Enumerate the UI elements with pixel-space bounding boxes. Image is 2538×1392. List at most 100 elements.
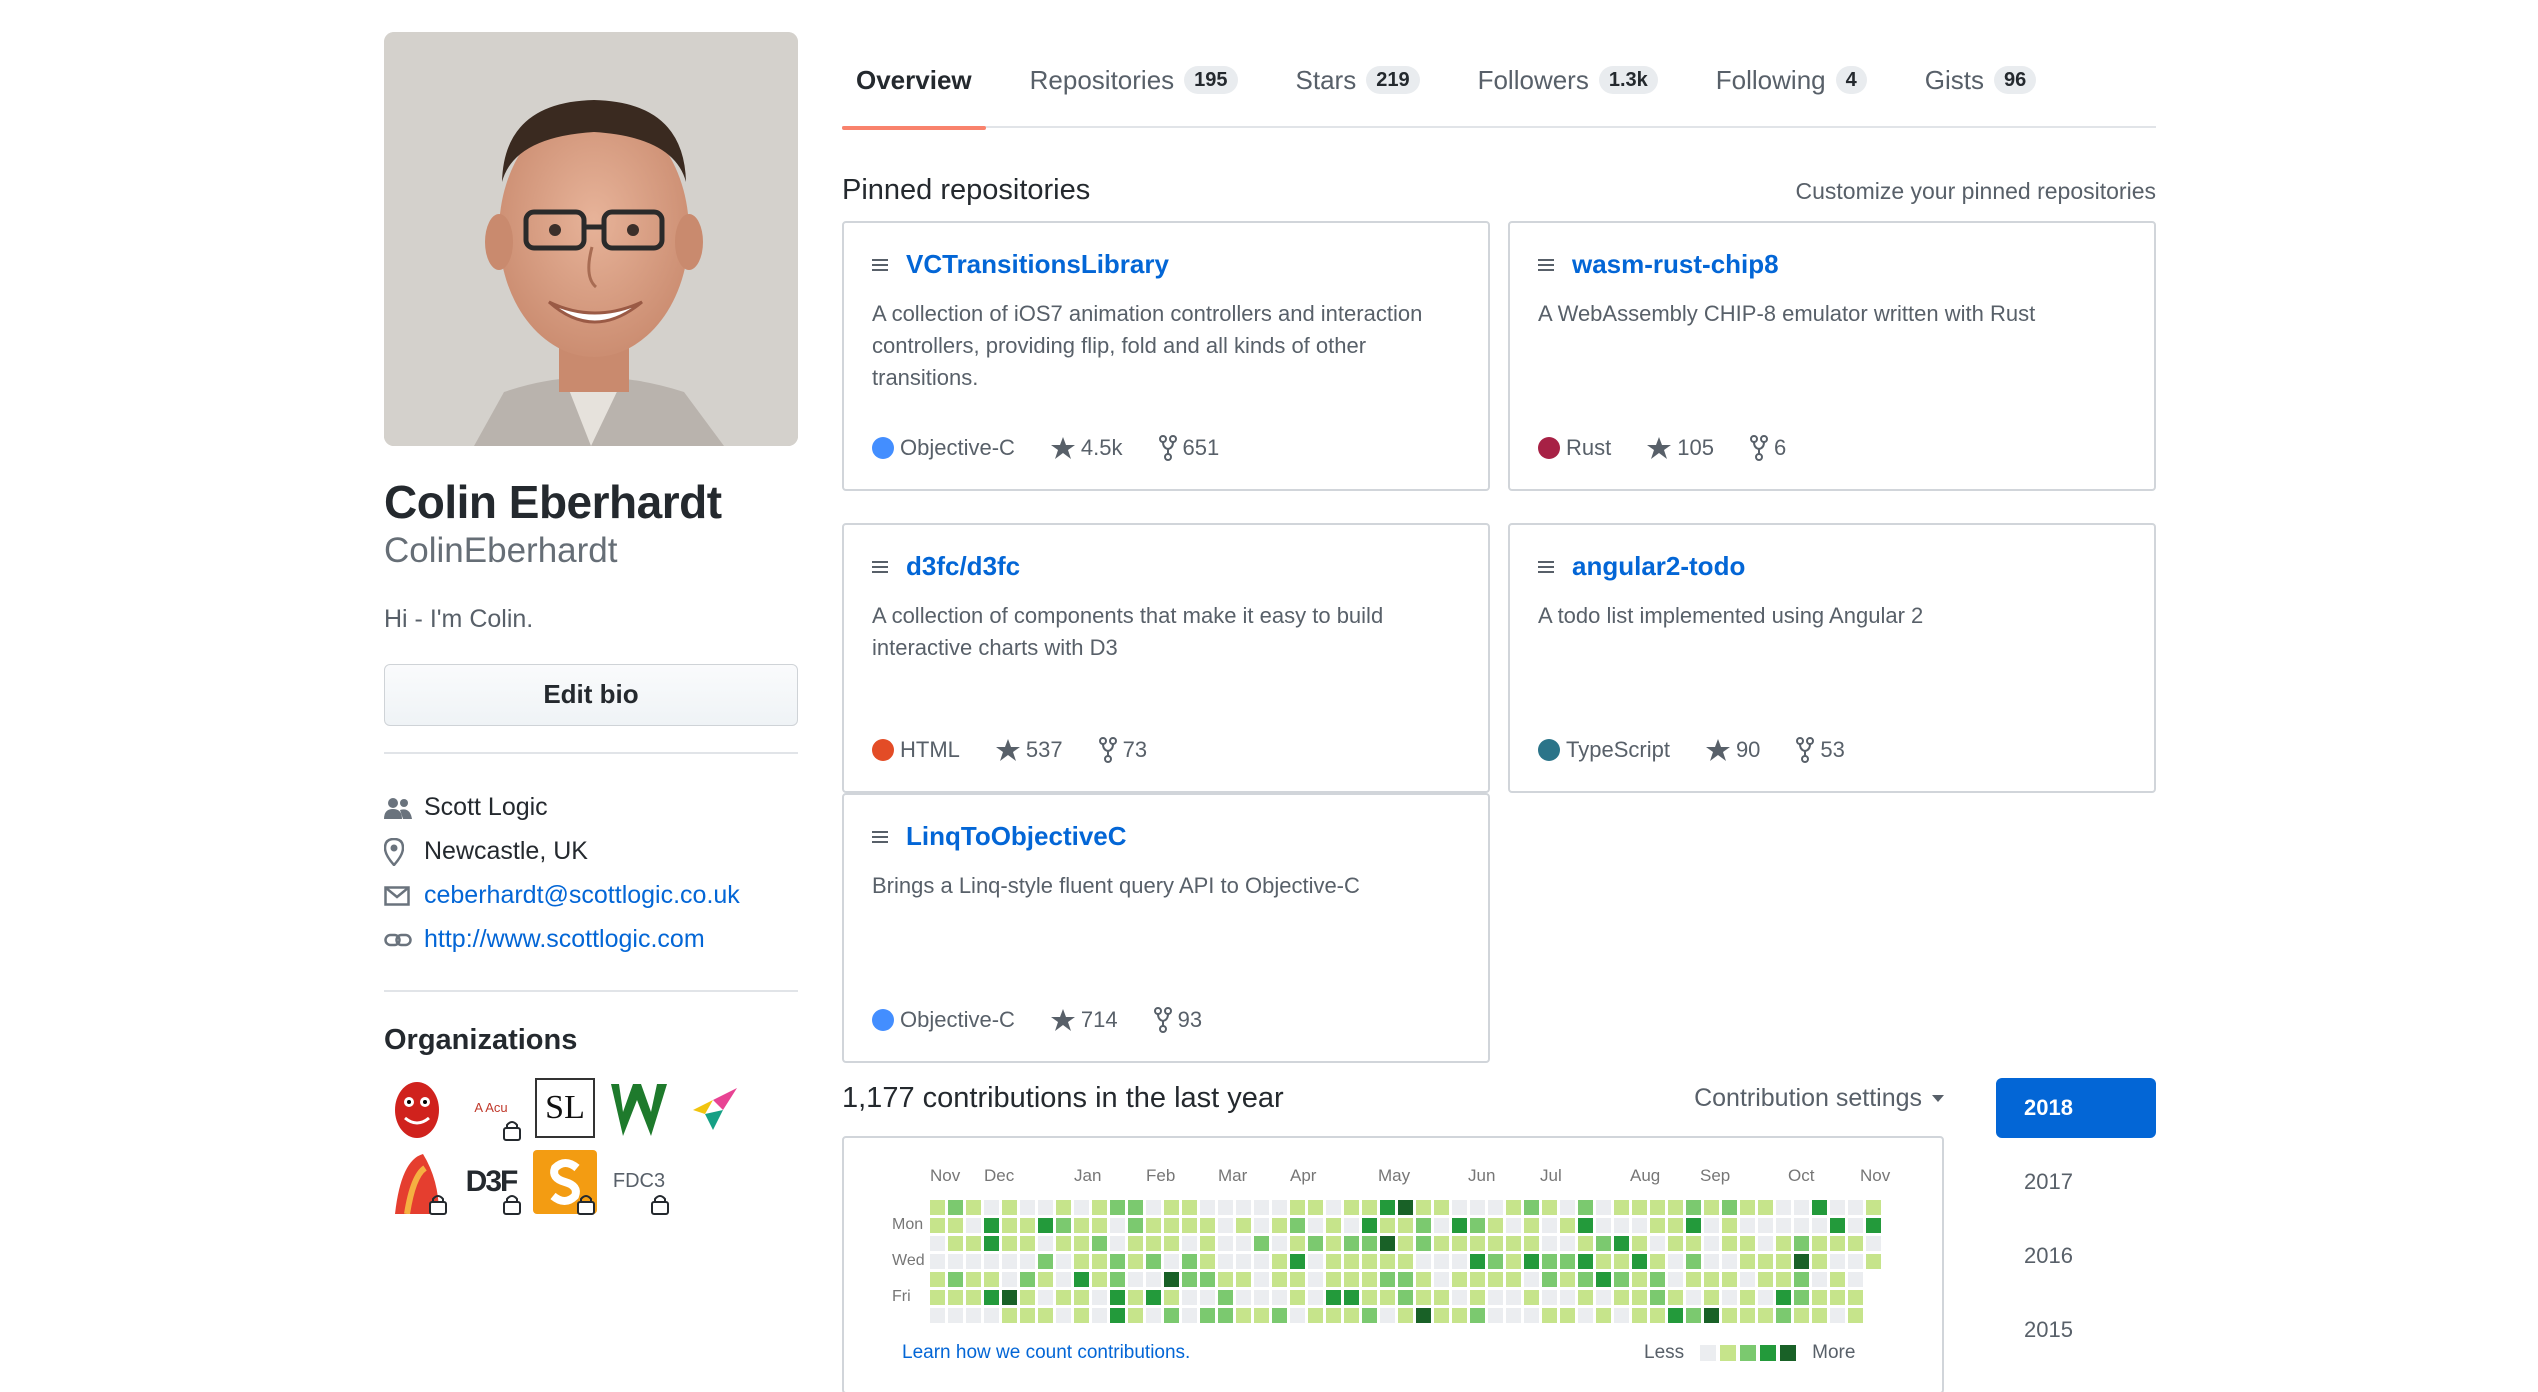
- contribution-day[interactable]: [1470, 1272, 1485, 1287]
- contribution-day[interactable]: [1686, 1308, 1701, 1323]
- contribution-day[interactable]: [1146, 1290, 1161, 1305]
- contribution-day[interactable]: [1236, 1236, 1251, 1251]
- contribution-day[interactable]: [1596, 1308, 1611, 1323]
- contribution-day[interactable]: [1776, 1236, 1791, 1251]
- contribution-day[interactable]: [1254, 1308, 1269, 1323]
- repo-name-link[interactable]: LinqToObjectiveC: [906, 821, 1127, 852]
- repo-forks[interactable]: 93: [1153, 1007, 1202, 1033]
- contribution-day[interactable]: [1812, 1254, 1827, 1269]
- contribution-day[interactable]: [1488, 1272, 1503, 1287]
- contribution-day[interactable]: [1506, 1200, 1521, 1215]
- contribution-day[interactable]: [1272, 1254, 1287, 1269]
- contribution-day[interactable]: [1326, 1254, 1341, 1269]
- contribution-day[interactable]: [1326, 1218, 1341, 1233]
- contribution-day[interactable]: [1398, 1272, 1413, 1287]
- contribution-day[interactable]: [1542, 1218, 1557, 1233]
- contribution-day[interactable]: [1434, 1290, 1449, 1305]
- contribution-day[interactable]: [1416, 1200, 1431, 1215]
- contribution-day[interactable]: [1056, 1236, 1071, 1251]
- website-link[interactable]: http://www.scottlogic.com: [424, 925, 705, 954]
- org-avatar-acuity[interactable]: A Acu: [458, 1075, 524, 1141]
- contribution-day[interactable]: [1398, 1308, 1413, 1323]
- contribution-day[interactable]: [1308, 1272, 1323, 1287]
- contribution-day[interactable]: [1668, 1236, 1683, 1251]
- contribution-day[interactable]: [1074, 1218, 1089, 1233]
- contribution-day[interactable]: [930, 1272, 945, 1287]
- contribution-day[interactable]: [1038, 1218, 1053, 1233]
- contribution-day[interactable]: [1056, 1272, 1071, 1287]
- contribution-day[interactable]: [1038, 1254, 1053, 1269]
- contribution-day[interactable]: [1578, 1200, 1593, 1215]
- contribution-day[interactable]: [1758, 1200, 1773, 1215]
- contribution-day[interactable]: [1308, 1290, 1323, 1305]
- contribution-day[interactable]: [1542, 1290, 1557, 1305]
- tab-repositories[interactable]: Repositories 195: [1016, 32, 1252, 128]
- contribution-day[interactable]: [1848, 1308, 1863, 1323]
- contribution-day[interactable]: [1290, 1236, 1305, 1251]
- contribution-day[interactable]: [1578, 1272, 1593, 1287]
- contribution-day[interactable]: [1128, 1290, 1143, 1305]
- contribution-day[interactable]: [1398, 1254, 1413, 1269]
- contribution-day[interactable]: [1506, 1308, 1521, 1323]
- org-avatar-scott-logic[interactable]: SL: [532, 1075, 598, 1141]
- contribution-day[interactable]: [1740, 1272, 1755, 1287]
- contribution-day[interactable]: [1704, 1218, 1719, 1233]
- contribution-day[interactable]: [984, 1200, 999, 1215]
- contribution-day[interactable]: [1380, 1236, 1395, 1251]
- contribution-day[interactable]: [1776, 1290, 1791, 1305]
- contribution-day[interactable]: [1020, 1308, 1035, 1323]
- contribution-day[interactable]: [1398, 1236, 1413, 1251]
- contribution-day[interactable]: [1344, 1236, 1359, 1251]
- contribution-day[interactable]: [1218, 1236, 1233, 1251]
- contribution-day[interactable]: [1578, 1236, 1593, 1251]
- contribution-day[interactable]: [1038, 1236, 1053, 1251]
- contribution-day[interactable]: [1812, 1200, 1827, 1215]
- customize-pins-link[interactable]: Customize your pinned repositories: [1795, 178, 2156, 205]
- contribution-day[interactable]: [1830, 1218, 1845, 1233]
- contribution-day[interactable]: [1524, 1272, 1539, 1287]
- contribution-day[interactable]: [1146, 1308, 1161, 1323]
- contribution-day[interactable]: [1380, 1254, 1395, 1269]
- contribution-day[interactable]: [1128, 1236, 1143, 1251]
- contribution-day[interactable]: [1110, 1290, 1125, 1305]
- contribution-day[interactable]: [1344, 1290, 1359, 1305]
- contribution-day[interactable]: [1812, 1290, 1827, 1305]
- contribution-day[interactable]: [1362, 1308, 1377, 1323]
- contribution-day[interactable]: [1344, 1254, 1359, 1269]
- contribution-day[interactable]: [1488, 1218, 1503, 1233]
- contribution-day[interactable]: [1272, 1272, 1287, 1287]
- contribution-day[interactable]: [1704, 1308, 1719, 1323]
- year-2015[interactable]: 2015: [1996, 1300, 2156, 1360]
- contribution-day[interactable]: [1182, 1218, 1197, 1233]
- contribution-day[interactable]: [1038, 1272, 1053, 1287]
- contribution-day[interactable]: [1146, 1254, 1161, 1269]
- contribution-day[interactable]: [1722, 1290, 1737, 1305]
- contribution-day[interactable]: [1668, 1290, 1683, 1305]
- contribution-settings-dropdown[interactable]: Contribution settings: [1694, 1084, 1944, 1113]
- contribution-day[interactable]: [1362, 1290, 1377, 1305]
- contribution-day[interactable]: [1830, 1200, 1845, 1215]
- contribution-day[interactable]: [1326, 1290, 1341, 1305]
- contribution-day[interactable]: [1830, 1272, 1845, 1287]
- org-avatar-w[interactable]: [606, 1075, 672, 1141]
- contribution-day[interactable]: [1146, 1236, 1161, 1251]
- contribution-day[interactable]: [948, 1272, 963, 1287]
- contribution-day[interactable]: [1866, 1200, 1881, 1215]
- contribution-day[interactable]: [948, 1200, 963, 1215]
- contribution-day[interactable]: [1812, 1272, 1827, 1287]
- contribution-day[interactable]: [1056, 1308, 1071, 1323]
- contribution-day[interactable]: [1452, 1272, 1467, 1287]
- contribution-day[interactable]: [984, 1236, 999, 1251]
- contribution-day[interactable]: [1560, 1236, 1575, 1251]
- year-2017[interactable]: 2017: [1996, 1152, 2156, 1212]
- contribution-day[interactable]: [1254, 1236, 1269, 1251]
- contribution-day[interactable]: [1596, 1272, 1611, 1287]
- learn-contributions-link[interactable]: Learn how we count contributions.: [902, 1342, 1190, 1364]
- contribution-day[interactable]: [1614, 1254, 1629, 1269]
- org-avatar-orange-s[interactable]: [532, 1149, 598, 1215]
- contribution-day[interactable]: [1632, 1218, 1647, 1233]
- contribution-day[interactable]: [1506, 1254, 1521, 1269]
- contribution-day[interactable]: [1848, 1272, 1863, 1287]
- contribution-day[interactable]: [1002, 1272, 1017, 1287]
- contribution-day[interactable]: [1560, 1290, 1575, 1305]
